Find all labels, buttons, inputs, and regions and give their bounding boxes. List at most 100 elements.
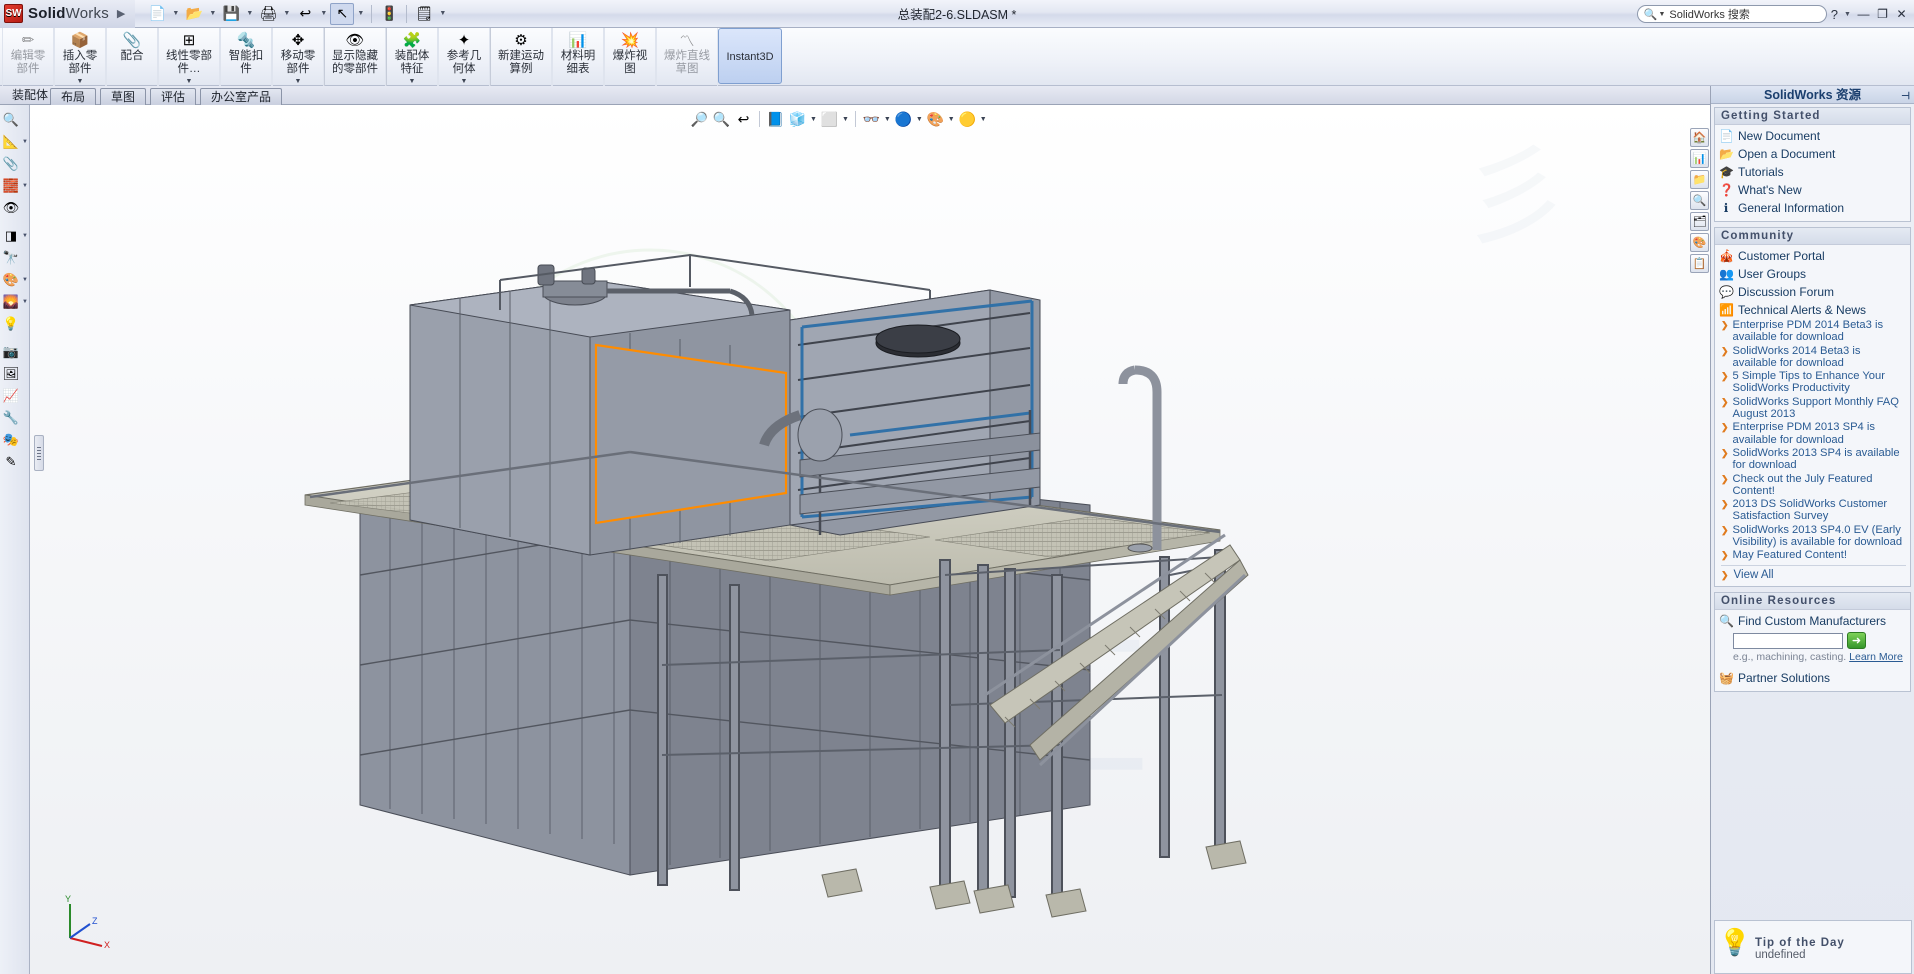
search-input[interactable]: 🔍 ▼ SolidWorks 搜索	[1636, 5, 1827, 23]
news-item[interactable]: ❯ 2013 DS SolidWorks Customer Satisfactio…	[1721, 498, 1906, 523]
section-icon[interactable]: ◨ ▼	[0, 225, 30, 247]
tab-3[interactable]: 评估	[150, 88, 197, 105]
component-icon-caret[interactable]: ▼	[22, 183, 28, 189]
ribbon-dropdown-3[interactable]: ▼	[186, 78, 193, 85]
view-orientation-icon-caret[interactable]: ▼	[810, 116, 817, 123]
task-pane-link-2-0[interactable]: 🧺 Partner Solutions	[1719, 669, 1906, 687]
palette-icon[interactable]: 🎭	[0, 429, 30, 451]
search-dropdown-icon[interactable]: ▼	[1658, 11, 1665, 18]
apply-scene-icon-caret[interactable]: ▼	[916, 116, 923, 123]
view-palette-icon[interactable]: 🗂	[1690, 212, 1709, 231]
ribbon-button-9[interactable]: ⚙ 新建运动算例	[490, 28, 552, 86]
task-pane-link-0-0[interactable]: 📄 New Document	[1719, 127, 1906, 145]
ribbon-button-2[interactable]: 📎 配合	[106, 28, 158, 86]
appearance-icon-caret[interactable]: ▼	[22, 277, 28, 283]
news-item[interactable]: ❯ SolidWorks 2014 Beta3 is available for …	[1721, 345, 1906, 370]
news-item[interactable]: ❯ Enterprise PDM 2013 SP4 is available fo…	[1721, 421, 1906, 446]
task-pane-link-0-1[interactable]: 📂 Open a Document	[1719, 145, 1906, 163]
view-all-link[interactable]: ❯ View All	[1721, 565, 1906, 582]
ribbon-button-4[interactable]: 🔩 智能扣件	[220, 28, 272, 86]
ribbon-button-10[interactable]: 📊 材料明细表	[552, 28, 604, 86]
restore-button[interactable]: ❐	[1874, 4, 1891, 24]
scene-icon-caret[interactable]: ▼	[22, 299, 28, 305]
view-orientation-icon[interactable]: 🧊	[788, 110, 807, 129]
display-style-icon-caret[interactable]: ▼	[842, 116, 849, 123]
sketch-icon[interactable]: ✎	[0, 451, 30, 473]
close-button[interactable]: ✕	[1893, 4, 1910, 24]
light-icon[interactable]: 💡	[0, 313, 30, 335]
task-pane-link-0-2[interactable]: 🎓 Tutorials	[1719, 163, 1906, 181]
custom-properties-icon[interactable]: 📋	[1690, 254, 1709, 273]
assembly-3d-model[interactable]	[30, 105, 1710, 974]
zoom-to-fit-icon[interactable]: 🔎	[690, 110, 709, 129]
section-view-icon[interactable]: 📘	[766, 110, 785, 129]
task-pane-link-0-4[interactable]: ℹ General Information	[1719, 199, 1906, 217]
appearance-icon-caret[interactable]: ▼	[980, 116, 987, 123]
ribbon-button-0[interactable]: ✏ 编辑零部件	[2, 28, 54, 86]
task-pane-link-1-1[interactable]: 👥 User Groups	[1719, 265, 1906, 283]
find-manufacturers-row[interactable]: 🔍 Find Custom Manufacturers	[1719, 612, 1906, 630]
hidden-icon[interactable]: 👁	[0, 197, 30, 219]
news-item[interactable]: ❯ SolidWorks Support Monthly FAQ August 2…	[1721, 396, 1906, 421]
task-pane-link-1-2[interactable]: 💬 Discussion Forum	[1719, 283, 1906, 301]
component-icon[interactable]: 🧱 ▼	[0, 175, 30, 197]
ribbon-button-3[interactable]: ⊞ 线性零部件… ▼	[158, 28, 220, 86]
manufacturer-search-input[interactable]	[1733, 632, 1843, 649]
task-pane-link-1-0[interactable]: 🎪 Customer Portal	[1719, 247, 1906, 265]
task-pane-link-1-3[interactable]: 📶 Technical Alerts & News	[1719, 301, 1906, 319]
search-icon[interactable]: 🔍	[1690, 191, 1709, 210]
ribbon-dropdown-1[interactable]: ▼	[77, 78, 84, 85]
filter-icon[interactable]: 🔍	[0, 109, 30, 131]
view-settings-icon-caret[interactable]: ▼	[948, 116, 955, 123]
ribbon-dropdown-7[interactable]: ▼	[409, 78, 416, 85]
manufacturer-search-go-button[interactable]: ➜	[1847, 632, 1866, 650]
file-explorer-icon[interactable]: 📁	[1690, 170, 1709, 189]
home-icon[interactable]: 🏠	[1690, 128, 1709, 147]
ribbon-button-5[interactable]: ✥ 移动零部件 ▼	[272, 28, 324, 86]
news-item[interactable]: ❯ SolidWorks 2013 SP4.0 EV (Early Visibil…	[1721, 524, 1906, 549]
design-library-icon[interactable]: 📊	[1690, 149, 1709, 168]
task-pane-link-0-3[interactable]: ❓ What's New	[1719, 181, 1906, 199]
appearance-icon[interactable]: 🟡	[958, 110, 977, 129]
news-item[interactable]: ❯ SolidWorks 2013 SP4 is available for do…	[1721, 447, 1906, 472]
previous-view-icon[interactable]: ↩	[734, 110, 753, 129]
minimize-button[interactable]: —	[1855, 4, 1872, 24]
help-button[interactable]: ?	[1829, 7, 1840, 22]
mate-icon[interactable]: 📎	[0, 153, 30, 175]
view-settings-icon[interactable]: 🎨	[926, 110, 945, 129]
ribbon-dropdown-8[interactable]: ▼	[461, 78, 468, 85]
graphics-viewport[interactable]: 飞 机 汇 彡	[30, 105, 1710, 974]
tab-2[interactable]: 草图	[100, 88, 147, 105]
tab-4[interactable]: 办公室产品	[200, 88, 283, 105]
hide-show-icon-caret[interactable]: ▼	[884, 116, 891, 123]
help-caret-icon[interactable]: ▼	[1842, 11, 1853, 18]
ribbon-button-11[interactable]: 💥 爆炸视图	[604, 28, 656, 86]
view-icon[interactable]: 🔭	[0, 247, 30, 269]
ribbon-button-13[interactable]: Instant3D	[718, 28, 782, 84]
news-item[interactable]: ❯ May Featured Content!	[1721, 549, 1906, 562]
ribbon-button-1[interactable]: 📦 插入零部件 ▼	[54, 28, 106, 86]
ribbon-button-8[interactable]: ✦ 参考几何体 ▼	[438, 28, 490, 86]
tool-icon[interactable]: 🔧	[0, 407, 30, 429]
news-item[interactable]: ❯ 5 Simple Tips to Enhance Your SolidWork…	[1721, 370, 1906, 395]
ribbon-button-7[interactable]: 🧩 装配体特征 ▼	[386, 28, 438, 86]
render-icon[interactable]: 🖼	[0, 363, 30, 385]
appearances-icon[interactable]: 🎨	[1690, 233, 1709, 252]
display-style-icon[interactable]: ⬜	[820, 110, 839, 129]
featuremanager-flyout-handle[interactable]	[34, 435, 44, 471]
measure-icon[interactable]: 📐 ▼	[0, 131, 30, 153]
learn-more-link[interactable]: Learn More	[1849, 651, 1903, 663]
sim-icon[interactable]: 📈	[0, 385, 30, 407]
zoom-to-area-icon[interactable]: 🔍	[712, 110, 731, 129]
pin-icon[interactable]: ⊣	[1901, 88, 1910, 106]
ribbon-button-12[interactable]: 〽爆炸直线草图	[656, 28, 718, 86]
section-icon-caret[interactable]: ▼	[22, 233, 28, 239]
hide-show-icon[interactable]: 👓	[862, 110, 881, 129]
ribbon-dropdown-5[interactable]: ▼	[295, 78, 302, 85]
news-item[interactable]: ❯ Enterprise PDM 2014 Beta3 is available …	[1721, 319, 1906, 344]
tab-1[interactable]: 布局	[50, 88, 97, 105]
measure-icon-caret[interactable]: ▼	[22, 139, 28, 145]
news-item[interactable]: ❯ Check out the July Featured Content!	[1721, 473, 1906, 498]
camera-icon[interactable]: 📷	[0, 341, 30, 363]
apply-scene-icon[interactable]: 🔵	[894, 110, 913, 129]
